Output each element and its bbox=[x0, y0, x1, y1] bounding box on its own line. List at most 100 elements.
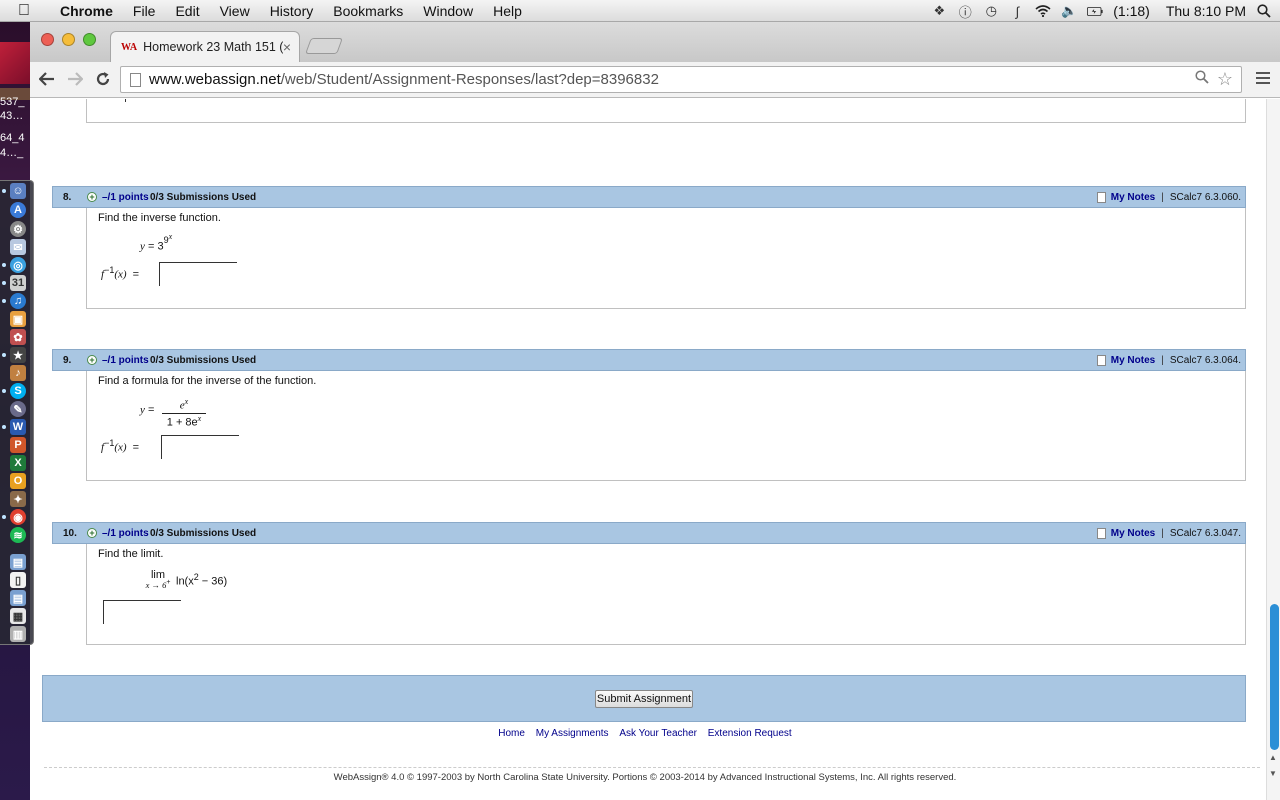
apple-menu-icon[interactable]:  bbox=[18, 2, 36, 19]
footer-link-ask-teacher[interactable]: Ask Your Teacher bbox=[619, 728, 697, 739]
footer-link-extension-request[interactable]: Extension Request bbox=[708, 728, 792, 739]
garageband-icon[interactable]: ♪ bbox=[10, 365, 26, 381]
menu-help[interactable]: Help bbox=[483, 0, 532, 22]
denominator-exp: x bbox=[197, 413, 202, 423]
expand-icon[interactable]: + bbox=[87, 192, 97, 202]
footer-link-my-assignments[interactable]: My Assignments bbox=[536, 728, 609, 739]
url-text[interactable]: www.webassign.net/web/Student/Assignment… bbox=[149, 71, 659, 88]
answer-input-q10[interactable] bbox=[103, 600, 181, 624]
limit-expression: ln(x2 − 36) bbox=[176, 572, 227, 588]
bluetooth-icon[interactable]: ∫ bbox=[1009, 3, 1025, 19]
answer-box-edge bbox=[125, 99, 126, 102]
fraction-numerator: ex bbox=[162, 397, 206, 414]
menu-history[interactable]: History bbox=[260, 0, 324, 22]
question-prompt: Find the limit. bbox=[98, 548, 164, 560]
running-indicator bbox=[2, 189, 6, 193]
new-tab-button[interactable] bbox=[305, 38, 343, 54]
submit-assignment-button[interactable]: Submit Assignment bbox=[595, 690, 693, 708]
back-button[interactable] bbox=[36, 68, 58, 90]
itunes-icon[interactable]: ♫ bbox=[10, 293, 26, 309]
wifi-icon[interactable] bbox=[1035, 3, 1051, 19]
answer-label: f−1(x) = bbox=[101, 265, 140, 281]
limit-approach: x → 6 bbox=[145, 579, 167, 590]
bookmark-star-icon[interactable]: ☆ bbox=[1217, 69, 1233, 90]
previous-question-box bbox=[86, 99, 1246, 123]
safari-icon[interactable]: ◎ bbox=[10, 257, 26, 273]
spotify-icon[interactable]: ≋ bbox=[10, 527, 26, 543]
menu-view[interactable]: View bbox=[210, 0, 260, 22]
expand-icon[interactable]: + bbox=[87, 355, 97, 365]
trash-icon[interactable]: ▥ bbox=[10, 626, 26, 642]
question-body: Find the inverse function. y = 39x f−1(x… bbox=[86, 208, 1246, 309]
document-icon[interactable]: ▯ bbox=[10, 572, 26, 588]
zoom-window-button[interactable] bbox=[83, 33, 96, 46]
reload-button[interactable] bbox=[92, 68, 114, 90]
photos-icon[interactable]: ✿ bbox=[10, 329, 26, 345]
page-scrollbar[interactable]: ▲ ▼ bbox=[1266, 99, 1280, 800]
zoom-icon[interactable] bbox=[1195, 70, 1209, 89]
file-stack-icon[interactable]: ▦ bbox=[10, 608, 26, 624]
close-tab-icon[interactable]: × bbox=[283, 39, 291, 55]
fraction: ex 1 + 8ex bbox=[162, 397, 206, 428]
app-store-icon[interactable]: A bbox=[10, 202, 26, 218]
points-link[interactable]: –/1 points bbox=[102, 355, 149, 366]
calendar-icon[interactable]: 31 bbox=[10, 275, 26, 291]
points-link[interactable]: –/1 points bbox=[102, 528, 149, 539]
applications-folder-icon[interactable]: ▤ bbox=[10, 554, 26, 570]
chrome-icon[interactable]: ◉ bbox=[10, 509, 26, 525]
time-machine-icon[interactable]: ◷ bbox=[983, 3, 999, 19]
answer-input-q8[interactable] bbox=[159, 262, 237, 286]
footer-link-home[interactable]: Home bbox=[498, 728, 525, 739]
limit-expr-head: ln(x bbox=[176, 575, 194, 588]
powerpoint-icon[interactable]: P bbox=[10, 437, 26, 453]
minimize-window-button[interactable] bbox=[62, 33, 75, 46]
desktop-file-label[interactable]: 43… bbox=[0, 110, 30, 123]
menu-edit[interactable]: Edit bbox=[165, 0, 209, 22]
menu-file[interactable]: File bbox=[123, 0, 166, 22]
my-notes-link[interactable]: My Notes bbox=[1111, 192, 1155, 203]
outlook-icon[interactable]: O bbox=[10, 473, 26, 489]
menu-bookmarks[interactable]: Bookmarks bbox=[323, 0, 413, 22]
photo-booth-icon[interactable]: ▣ bbox=[10, 311, 26, 327]
menubar-clock[interactable]: Thu 8:10 PM bbox=[1166, 3, 1246, 19]
dropbox-icon[interactable]: ❖ bbox=[931, 3, 947, 19]
volume-icon[interactable]: 🔈 bbox=[1061, 3, 1077, 19]
desktop-file-label[interactable]: 537_ bbox=[0, 96, 30, 109]
spotlight-search-icon[interactable] bbox=[1256, 3, 1272, 19]
desktop-file-label[interactable]: 4…_ bbox=[0, 147, 30, 160]
points-link[interactable]: –/1 points bbox=[102, 192, 149, 203]
system-preferences-icon[interactable]: ⚙ bbox=[10, 221, 26, 237]
imovie-icon[interactable]: ★ bbox=[10, 347, 26, 363]
expand-icon[interactable]: + bbox=[87, 528, 97, 538]
desktop-file-label[interactable]: 64_4 bbox=[0, 132, 30, 145]
alert-icon[interactable]: ⓘ bbox=[957, 3, 973, 20]
address-bar[interactable]: www.webassign.net/web/Student/Assignment… bbox=[120, 66, 1242, 93]
utility-icon[interactable]: ✎ bbox=[10, 401, 26, 417]
tab-homework[interactable]: WA Homework 23 Math 151 (S × bbox=[110, 31, 300, 62]
separator: | bbox=[1161, 192, 1164, 203]
battery-icon[interactable] bbox=[1087, 3, 1103, 19]
word-icon[interactable]: W bbox=[10, 419, 26, 435]
answer-sup: −1 bbox=[104, 438, 115, 448]
downloads-folder-icon[interactable]: ▤ bbox=[10, 590, 26, 606]
excel-icon[interactable]: X bbox=[10, 455, 26, 471]
finder-icon[interactable]: ☺ bbox=[10, 183, 26, 199]
skype-icon[interactable]: S bbox=[10, 383, 26, 399]
preview-icon[interactable]: ✦ bbox=[10, 491, 26, 507]
scroll-up-arrow[interactable]: ▲ bbox=[1269, 753, 1277, 762]
scrollbar-thumb[interactable] bbox=[1270, 604, 1279, 750]
my-notes-link[interactable]: My Notes bbox=[1111, 355, 1155, 366]
page-icon bbox=[130, 73, 141, 87]
question-body: Find a formula for the inverse of the fu… bbox=[86, 371, 1246, 481]
my-notes-link[interactable]: My Notes bbox=[1111, 528, 1155, 539]
chrome-menu-button[interactable] bbox=[1256, 72, 1270, 86]
forward-button[interactable] bbox=[64, 68, 86, 90]
desktop-image-thumbnail[interactable] bbox=[0, 42, 30, 84]
mail-icon[interactable]: ✉ bbox=[10, 239, 26, 255]
menu-window[interactable]: Window bbox=[413, 0, 483, 22]
scroll-down-arrow[interactable]: ▼ bbox=[1269, 769, 1277, 778]
close-window-button[interactable] bbox=[41, 33, 54, 46]
submit-bar: Submit Assignment bbox=[42, 675, 1246, 722]
answer-input-q9[interactable] bbox=[161, 435, 239, 459]
menu-app-name[interactable]: Chrome bbox=[50, 0, 123, 22]
